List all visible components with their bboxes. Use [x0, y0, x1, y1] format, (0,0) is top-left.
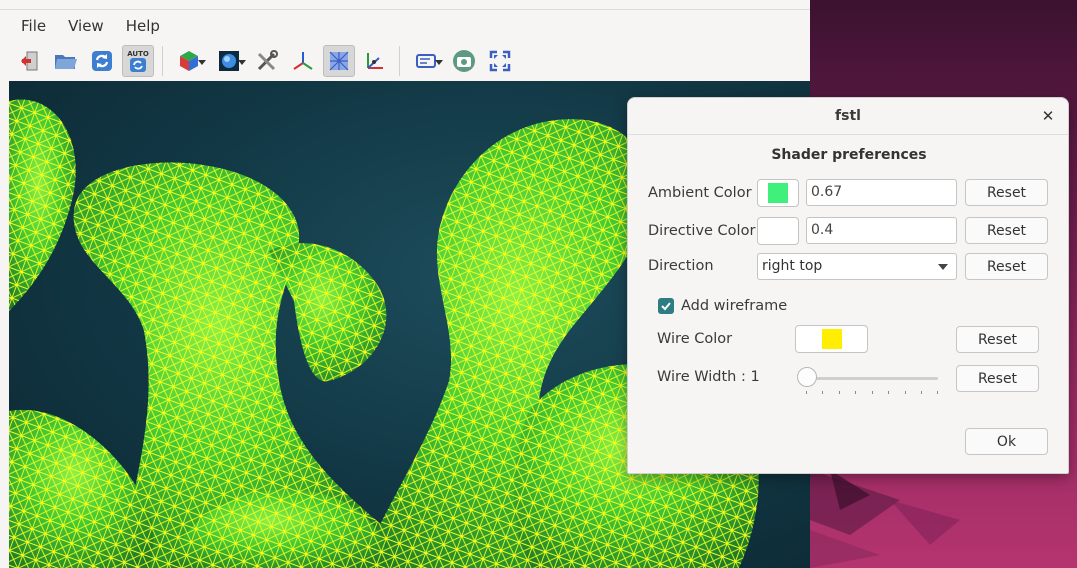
wire-width-slider-handle[interactable]	[797, 367, 817, 387]
toolbar-separator	[399, 46, 400, 76]
wire-color-reset-button[interactable]: Reset	[956, 326, 1039, 353]
slider-tick	[888, 391, 889, 394]
tools-icon	[257, 50, 278, 71]
screenshot-button[interactable]	[448, 45, 480, 77]
add-wireframe-checkbox[interactable]	[658, 298, 674, 314]
axes-view-icon	[367, 53, 383, 69]
toolbar: AUTO	[0, 41, 810, 81]
slider-tick	[806, 391, 807, 394]
directive-color-label: Directive Color	[648, 223, 756, 239]
dialog-title: fstl	[835, 108, 861, 124]
axes-button[interactable]	[287, 45, 319, 77]
wireframe-icon	[329, 51, 349, 71]
menu-file[interactable]: File	[10, 13, 57, 39]
wireframe-button[interactable]	[323, 45, 355, 77]
directive-color-swatch	[768, 221, 788, 241]
directive-color-button[interactable]	[757, 217, 799, 245]
slider-tick	[822, 391, 823, 394]
wire-color-swatch	[821, 329, 842, 349]
wire-color-label: Wire Color	[657, 331, 733, 347]
chevron-down-icon	[435, 60, 443, 65]
wire-color-button[interactable]	[795, 325, 868, 353]
chevron-down-icon	[238, 60, 246, 65]
axes-view-button[interactable]	[359, 45, 391, 77]
direction-reset-button[interactable]: Reset	[965, 253, 1048, 280]
menu-view[interactable]: View	[57, 13, 115, 39]
ok-button[interactable]: Ok	[965, 428, 1048, 455]
ambient-value-input[interactable]: 0.67	[806, 179, 957, 206]
close-icon[interactable]: ✕	[1038, 106, 1058, 126]
menubar: File View Help	[0, 9, 810, 41]
ambient-color-swatch	[768, 183, 788, 203]
add-wireframe-label[interactable]: Add wireframe	[681, 298, 787, 314]
slider-tick	[921, 391, 922, 394]
autoreload-button[interactable]: AUTO	[122, 45, 154, 77]
camera-icon	[453, 50, 475, 72]
shader-button[interactable]	[211, 45, 247, 77]
chevron-down-icon	[938, 264, 948, 270]
wire-width-slider-track[interactable]	[806, 377, 938, 380]
open-button[interactable]	[50, 45, 82, 77]
slider-tick	[855, 391, 856, 394]
reload-button[interactable]	[86, 45, 118, 77]
ambient-color-button[interactable]	[757, 179, 799, 207]
wire-width-reset-button[interactable]: Reset	[956, 365, 1039, 392]
direction-label: Direction	[648, 258, 714, 274]
slider-tick	[937, 391, 938, 394]
directive-reset-button[interactable]: Reset	[965, 217, 1048, 244]
menu-help[interactable]: Help	[115, 13, 171, 39]
exit-icon	[21, 51, 38, 71]
slider-tick	[839, 391, 840, 394]
autoreload-label: AUTO	[127, 50, 149, 58]
tools-button[interactable]	[251, 45, 283, 77]
fullscreen-icon	[489, 50, 511, 72]
chevron-down-icon	[198, 60, 206, 65]
draw-mode-button[interactable]	[171, 45, 207, 77]
projection-button[interactable]	[408, 45, 444, 77]
checkmark-icon	[661, 302, 671, 311]
open-folder-icon	[55, 55, 77, 69]
fullscreen-button[interactable]	[484, 45, 516, 77]
directive-value-input[interactable]: 0.4	[806, 217, 957, 244]
autoreload-icon: AUTO	[127, 50, 149, 72]
exit-button[interactable]	[14, 45, 46, 77]
direction-select[interactable]: right top	[757, 253, 957, 280]
dialog-titlebar[interactable]: fstl ✕	[628, 98, 1068, 135]
ambient-reset-button[interactable]: Reset	[965, 179, 1048, 206]
axes-icon	[293, 52, 313, 70]
ambient-color-label: Ambient Color	[648, 185, 752, 201]
slider-tick	[872, 391, 873, 394]
toolbar-separator	[162, 46, 163, 76]
shader-preferences-dialog: fstl ✕ Shader preferences	[627, 97, 1069, 474]
slider-tick	[905, 391, 906, 394]
wire-width-label: Wire Width : 1	[657, 369, 760, 385]
reload-icon	[92, 51, 112, 71]
direction-selected-value: right top	[762, 258, 823, 274]
section-title: Shader preferences	[771, 147, 927, 163]
